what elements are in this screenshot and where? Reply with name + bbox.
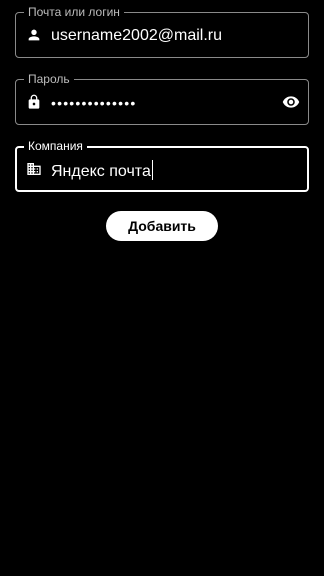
login-field-label: Почта или логин (24, 5, 124, 19)
company-input[interactable]: Яндекс почта (51, 160, 154, 182)
login-input[interactable]: username2002@mail.ru (51, 26, 222, 46)
business-icon (26, 161, 42, 177)
person-icon (26, 27, 42, 43)
password-field-label: Пароль (24, 72, 74, 86)
password-input[interactable]: •••••••••••••• (51, 93, 136, 113)
company-field-label: Компания (24, 139, 87, 153)
eye-icon[interactable] (282, 93, 300, 111)
password-field[interactable]: Пароль •••••••••••••• (15, 72, 309, 125)
login-field[interactable]: Почта или логин username2002@mail.ru (15, 5, 309, 58)
text-caret (151, 160, 154, 180)
company-field[interactable]: Компания Яндекс почта (15, 139, 309, 192)
company-input-text: Яндекс почта (51, 163, 151, 180)
add-button[interactable]: Добавить (106, 211, 218, 241)
lock-icon (26, 94, 42, 110)
